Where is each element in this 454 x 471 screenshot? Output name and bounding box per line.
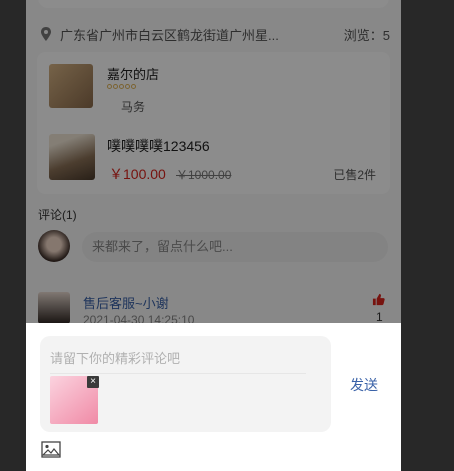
reply-sheet: 请留下你的精彩评论吧 × 发送 bbox=[26, 323, 401, 471]
remove-image-button[interactable]: × bbox=[87, 376, 99, 388]
comment-editor[interactable]: 请留下你的精彩评论吧 × bbox=[40, 336, 331, 432]
send-button[interactable]: 发送 bbox=[350, 375, 378, 395]
image-upload-icon[interactable] bbox=[41, 441, 61, 458]
comment-textarea[interactable]: 请留下你的精彩评论吧 bbox=[50, 348, 306, 374]
